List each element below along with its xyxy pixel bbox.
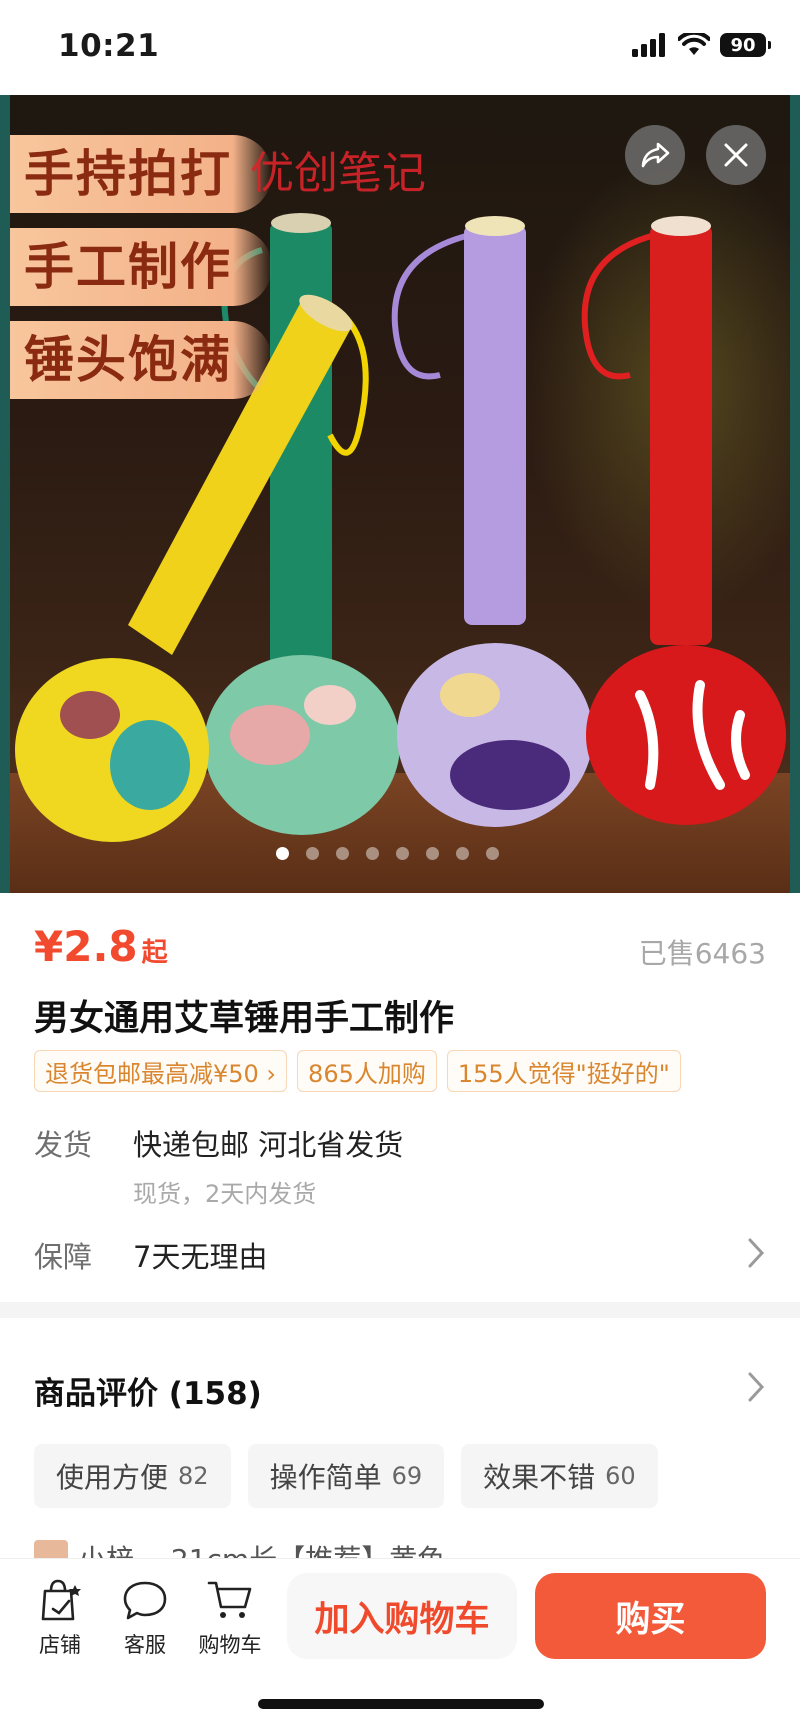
tab-customer-service-label: 客服 — [124, 1633, 166, 1657]
reviews-title[interactable]: 商品评价 (158) — [34, 1368, 262, 1413]
tab-store[interactable]: 店铺 — [20, 1575, 100, 1659]
tab-cart[interactable]: 购物车 — [190, 1575, 270, 1659]
buy-button[interactable]: 购买 — [535, 1573, 766, 1659]
review-tag[interactable]: 使用方便 82 — [34, 1444, 231, 1508]
status-time: 10:21 — [58, 28, 160, 64]
hero-slogan-2: 手工制作 — [10, 228, 272, 306]
sold-count: 已售6463 — [638, 937, 766, 970]
review-tags: 使用方便 82 操作简单 69 效果不错 60 — [34, 1444, 658, 1508]
product-photo — [15, 213, 786, 842]
carousel-dot[interactable] — [305, 847, 319, 860]
carousel-dot[interactable] — [395, 847, 409, 860]
signal-icon — [632, 33, 665, 57]
price: ¥2.8 — [34, 922, 138, 971]
carousel-dot[interactable] — [485, 847, 499, 860]
share-icon — [641, 142, 670, 168]
reviews-chevron-right-icon[interactable] — [746, 1370, 766, 1404]
shipping-sub: 现货，2天内发货 — [133, 1180, 317, 1208]
review-tag[interactable]: 效果不错 60 — [461, 1444, 658, 1508]
return-shipping-tag[interactable]: 退货包邮最高减¥50 › — [34, 1050, 288, 1092]
price-row: ¥2.8 起 — [34, 922, 168, 971]
product-tags: 退货包邮最高减¥50 › 865人加购 155人觉得"挺好的" — [34, 1050, 681, 1092]
close-button[interactable] — [706, 125, 766, 185]
store-icon — [41, 1579, 81, 1621]
shipping-label: 发货 — [34, 1128, 93, 1162]
hero-slogan-3: 锤头饱满 — [10, 321, 272, 399]
product-title: 男女通用艾草锤用手工制作 — [34, 999, 455, 1039]
carousel-dot[interactable] — [455, 847, 469, 860]
section-divider — [0, 1302, 800, 1318]
share-button[interactable] — [625, 125, 685, 185]
wifi-icon — [678, 33, 710, 55]
hero-frame-left — [0, 95, 10, 893]
review-tag-label: 效果不错 — [483, 1461, 596, 1494]
battery-icon: 90 — [720, 33, 771, 57]
close-icon — [724, 143, 748, 167]
add-to-cart-button[interactable]: 加入购物车 — [287, 1573, 517, 1659]
shipping-value[interactable]: 快递包邮 河北省发货 — [133, 1122, 403, 1164]
carousel-dot[interactable] — [275, 847, 289, 860]
review-preview[interactable]: 小梓… 21cm长【推荐】黄色 — [34, 1540, 774, 1560]
guarantee-value[interactable]: 7天无理由 — [133, 1234, 267, 1276]
carousel-dot[interactable] — [425, 847, 439, 860]
tab-cart-label: 购物车 — [198, 1633, 262, 1657]
product-image-carousel[interactable]: 手持拍打 手工制作 锤头饱满 优创笔记 — [0, 95, 800, 893]
hero-slogan-1: 手持拍打 — [10, 135, 272, 213]
review-tag-count: 69 — [391, 1462, 423, 1490]
chat-icon — [123, 1581, 167, 1620]
liked-tag: 155人觉得"挺好的" — [446, 1050, 681, 1092]
carousel-indicator — [0, 847, 800, 860]
review-tag-label: 操作简单 — [269, 1461, 382, 1494]
carousel-dot[interactable] — [365, 847, 379, 860]
review-tag-count: 82 — [178, 1462, 209, 1490]
price-suffix: 起 — [141, 938, 168, 968]
battery-level: 90 — [730, 34, 756, 56]
status-bar: 10:21 90 — [0, 0, 800, 95]
hero-watermark: 优创笔记 — [250, 148, 426, 199]
guarantee-chevron-right-icon[interactable] — [746, 1236, 766, 1270]
review-tag-count: 60 — [605, 1462, 636, 1490]
reviewer-avatar — [34, 1540, 68, 1560]
status-icons: 90 — [632, 33, 771, 57]
review-preview-text: 小梓… 21cm长【推荐】黄色 — [78, 1543, 446, 1560]
review-tag-label: 使用方便 — [56, 1461, 169, 1494]
hero-frame-right — [790, 95, 800, 893]
home-indicator — [258, 1699, 544, 1709]
cart-icon — [207, 1581, 252, 1618]
carousel-dot[interactable] — [335, 847, 349, 860]
review-tag[interactable]: 操作简单 69 — [247, 1444, 445, 1508]
guarantee-label: 保障 — [34, 1240, 93, 1274]
tab-customer-service[interactable]: 客服 — [105, 1575, 185, 1659]
tab-store-label: 店铺 — [39, 1633, 81, 1657]
added-to-cart-tag: 865人加购 — [297, 1050, 437, 1092]
